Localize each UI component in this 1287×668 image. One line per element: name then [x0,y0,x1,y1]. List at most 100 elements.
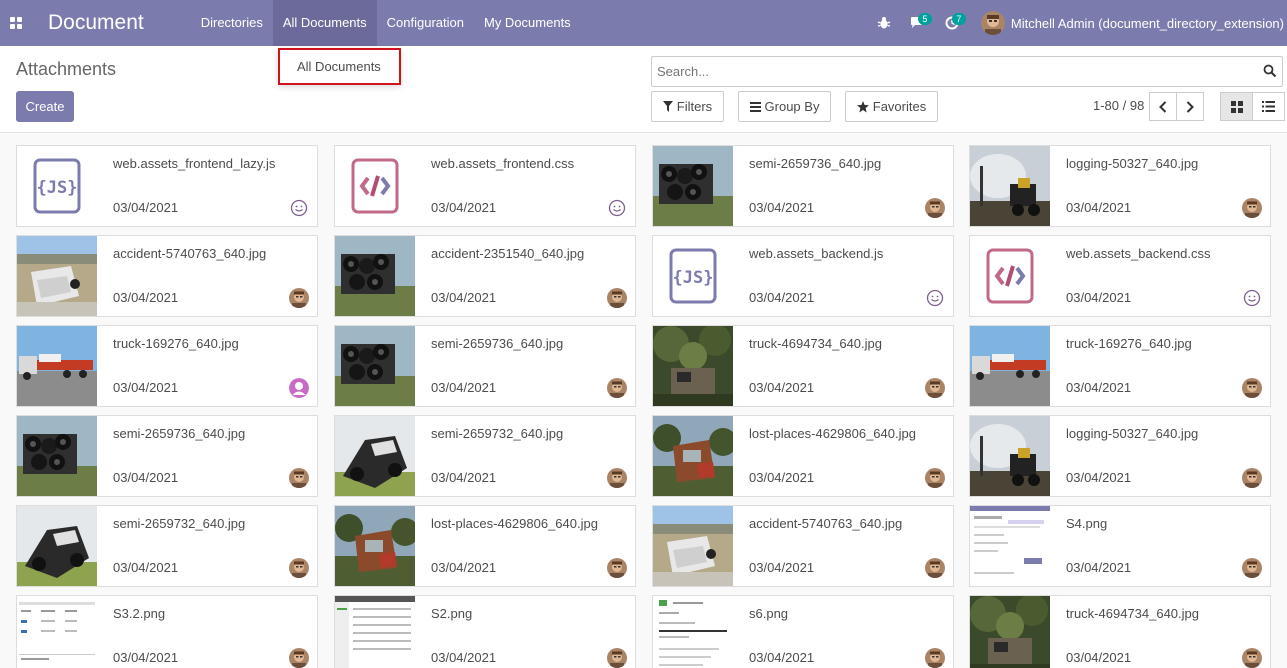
document-card[interactable]: logging-50327_640.jpg 03/04/2021 [969,415,1271,497]
messaging-button[interactable]: 5 [901,0,935,46]
document-card[interactable]: truck-169276_640.jpg 03/04/2021 [969,325,1271,407]
card-date: 03/04/2021 [431,650,497,665]
card-name: accident-5740763_640.jpg [113,246,267,261]
card-image-thumbnail[interactable] [17,236,97,316]
card-image-thumbnail[interactable] [17,596,97,668]
top-navbar: Document Directories All Documents Confi… [0,0,1287,46]
owner-avatar [289,648,309,668]
filters-button[interactable]: Filters [651,91,724,122]
user-menu[interactable]: Mitchell Admin (document_directory_exten… [980,11,1284,35]
card-image-thumbnail[interactable] [970,416,1050,496]
menu-item-directories[interactable]: Directories [191,0,273,46]
owner-avatar [925,648,945,668]
document-card[interactable]: accident-2351540_640.jpg 03/04/2021 [334,235,636,317]
card-date: 03/04/2021 [113,200,179,215]
card-image-thumbnail[interactable] [653,326,733,406]
breadcrumb: Attachments [16,59,117,79]
card-image-thumbnail[interactable] [970,506,1050,586]
card-image-thumbnail[interactable] [653,506,733,586]
search-icon[interactable] [1263,64,1277,78]
list-view-button[interactable] [1252,92,1285,121]
svg-text:{JS}: {JS} [673,268,714,288]
apps-grid-icon [10,17,22,29]
grid-icon [1230,100,1243,113]
owner-avatar [1242,648,1262,668]
document-card[interactable]: S3.2.png 03/04/2021 [16,595,318,668]
card-image-thumbnail[interactable] [970,596,1050,668]
card-image-thumbnail[interactable] [335,326,415,406]
css-file-icon[interactable] [970,236,1050,316]
card-date: 03/04/2021 [1066,290,1132,305]
owner-avatar [925,468,945,488]
card-image-thumbnail[interactable] [17,416,97,496]
debug-button[interactable] [867,0,901,46]
card-image-thumbnail[interactable] [335,236,415,316]
chevron-right-icon [1186,100,1194,113]
document-card[interactable]: truck-4694734_640.jpg 03/04/2021 [652,325,954,407]
document-card[interactable]: lost-places-4629806_640.jpg 03/04/2021 [652,415,954,497]
document-card[interactable]: semi-2659736_640.jpg 03/04/2021 [334,325,636,407]
card-image-thumbnail[interactable] [653,146,733,226]
owner-avatar [289,558,309,578]
owner-avatar [1242,198,1262,218]
menu-item-configuration[interactable]: Configuration [377,0,474,46]
user-avatar-icon [289,378,309,398]
pager-next-button[interactable] [1176,92,1204,121]
card-image-thumbnail[interactable] [335,416,415,496]
pager-value[interactable]: 1-80 / 98 [1093,98,1144,113]
card-date: 03/04/2021 [431,470,497,485]
filter-icon [662,101,673,112]
document-card[interactable]: semi-2659732_640.jpg 03/04/2021 [334,415,636,497]
document-card[interactable]: semi-2659732_640.jpg 03/04/2021 [16,505,318,587]
document-card[interactable]: semi-2659736_640.jpg 03/04/2021 [652,145,954,227]
js-file-icon[interactable]: {JS} [653,236,733,316]
document-card[interactable]: accident-5740763_640.jpg 03/04/2021 [652,505,954,587]
favorites-button[interactable]: Favorites [845,91,938,122]
card-image-thumbnail[interactable] [17,506,97,586]
dropdown-item-all-documents[interactable]: All Documents [297,59,381,74]
document-card[interactable]: S4.png 03/04/2021 [969,505,1271,587]
menu-item-all-documents[interactable]: All Documents [272,0,377,46]
js-file-icon[interactable]: {JS} [17,146,97,226]
document-card[interactable]: truck-4694734_640.jpg 03/04/2021 [969,595,1271,668]
pager-previous-button[interactable] [1149,92,1177,121]
owner-avatar [289,288,309,308]
card-name: S3.2.png [113,606,166,621]
card-image-thumbnail[interactable] [653,596,733,668]
favorites-label: Favorites [872,99,927,114]
activity-button[interactable]: 7 [935,0,969,46]
menu-item-my-documents[interactable]: My Documents [474,0,581,46]
card-date: 03/04/2021 [749,560,815,575]
document-card[interactable]: truck-169276_640.jpg 03/04/2021 [16,325,318,407]
groupby-button[interactable]: Group By [738,91,831,122]
apps-menu-button[interactable] [0,0,32,46]
owner-avatar [607,378,627,398]
document-card[interactable]: web.assets_backend.css 03/04/2021 [969,235,1271,317]
document-card[interactable]: semi-2659736_640.jpg 03/04/2021 [16,415,318,497]
document-card[interactable]: S2.png 03/04/2021 [334,595,636,668]
card-image-thumbnail[interactable] [970,146,1050,226]
card-date: 03/04/2021 [113,650,179,665]
document-card[interactable]: {JS} web.assets_frontend_lazy.js 03/04/202… [16,145,318,227]
card-date: 03/04/2021 [749,650,815,665]
create-button[interactable]: Create [16,91,74,122]
document-card[interactable]: {JS} web.assets_backend.js 03/04/2021 [652,235,954,317]
document-card[interactable]: web.assets_frontend.css 03/04/2021 [334,145,636,227]
document-card[interactable]: s6.png 03/04/2021 [652,595,954,668]
card-image-thumbnail[interactable] [335,506,415,586]
search-input[interactable] [657,64,1237,79]
card-image-thumbnail[interactable] [653,416,733,496]
kanban-view-button[interactable] [1220,92,1253,121]
css-file-icon[interactable] [335,146,415,226]
card-image-thumbnail[interactable] [335,596,415,668]
card-name: web.assets_frontend.css [431,156,575,171]
card-image-thumbnail[interactable] [970,326,1050,406]
all-documents-dropdown: All Documents [278,48,401,85]
card-image-thumbnail[interactable] [17,326,97,406]
document-card[interactable]: lost-places-4629806_640.jpg 03/04/2021 [334,505,636,587]
card-name: logging-50327_640.jpg [1066,426,1199,441]
document-card[interactable]: logging-50327_640.jpg 03/04/2021 [969,145,1271,227]
star-icon [856,100,869,113]
document-card[interactable]: accident-5740763_640.jpg 03/04/2021 [16,235,318,317]
card-date: 03/04/2021 [431,560,497,575]
